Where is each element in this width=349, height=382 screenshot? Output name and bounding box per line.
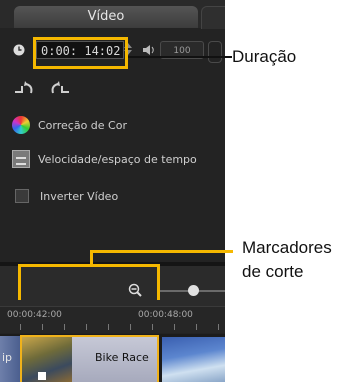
- ruler-tick: [64, 324, 65, 330]
- clip-previous-label: ip: [2, 351, 13, 364]
- trim-marker-bracket: [18, 264, 160, 267]
- reverse-video-checkbox[interactable]: [15, 189, 29, 203]
- ruler-tick: [152, 324, 153, 330]
- duration-callout: Duração: [232, 47, 297, 66]
- ruler-tick: [218, 324, 219, 330]
- markers-callout-line2: de corte: [242, 262, 304, 281]
- speed-time-option[interactable]: Velocidade/espaço de tempo: [12, 150, 197, 168]
- ruler-tick: [108, 324, 109, 330]
- ruler-label: 00:00:42:00: [7, 310, 62, 320]
- trim-marker-leader: [90, 250, 233, 253]
- clock-icon: [13, 44, 25, 56]
- ruler-tick: [196, 324, 197, 330]
- rotate-right-icon[interactable]: [48, 80, 72, 96]
- speed-time-label: Velocidade/espaço de tempo: [38, 152, 197, 166]
- tab-video[interactable]: Vídeo: [14, 6, 198, 28]
- tab-strip: Vídeo: [0, 0, 225, 29]
- selected-clip-outline: [20, 335, 159, 382]
- ruler-tick: [86, 324, 87, 330]
- color-correction-label: Correção de Cor: [38, 118, 127, 132]
- reverse-video-option[interactable]: Inverter Vídeo: [12, 189, 118, 203]
- trim-marker-right[interactable]: [157, 264, 160, 300]
- ruler-tick: [20, 324, 21, 330]
- clip-next[interactable]: [162, 337, 225, 382]
- color-wheel-icon: [12, 116, 30, 134]
- speed-icon: [12, 150, 30, 168]
- ruler-label: 00:00:48:00: [138, 310, 193, 320]
- rotate-left-icon[interactable]: [12, 80, 36, 96]
- duration-highlight: [33, 37, 128, 69]
- zoom-out-icon[interactable]: [128, 283, 142, 297]
- duration-callout-line: [128, 56, 232, 58]
- color-correction-option[interactable]: Correção de Cor: [12, 116, 127, 134]
- tab-next[interactable]: [201, 6, 225, 29]
- ruler-tick: [174, 324, 175, 330]
- reverse-video-label: Inverter Vídeo: [40, 189, 119, 203]
- trim-marker-left[interactable]: [18, 264, 21, 300]
- speaker-icon: [143, 45, 154, 55]
- ruler-tick: [42, 324, 43, 330]
- ruler-tick: [130, 324, 131, 330]
- markers-callout-line1: Marcadores: [242, 238, 332, 257]
- volume-spinner[interactable]: [208, 41, 222, 63]
- zoom-slider-handle[interactable]: [188, 285, 199, 296]
